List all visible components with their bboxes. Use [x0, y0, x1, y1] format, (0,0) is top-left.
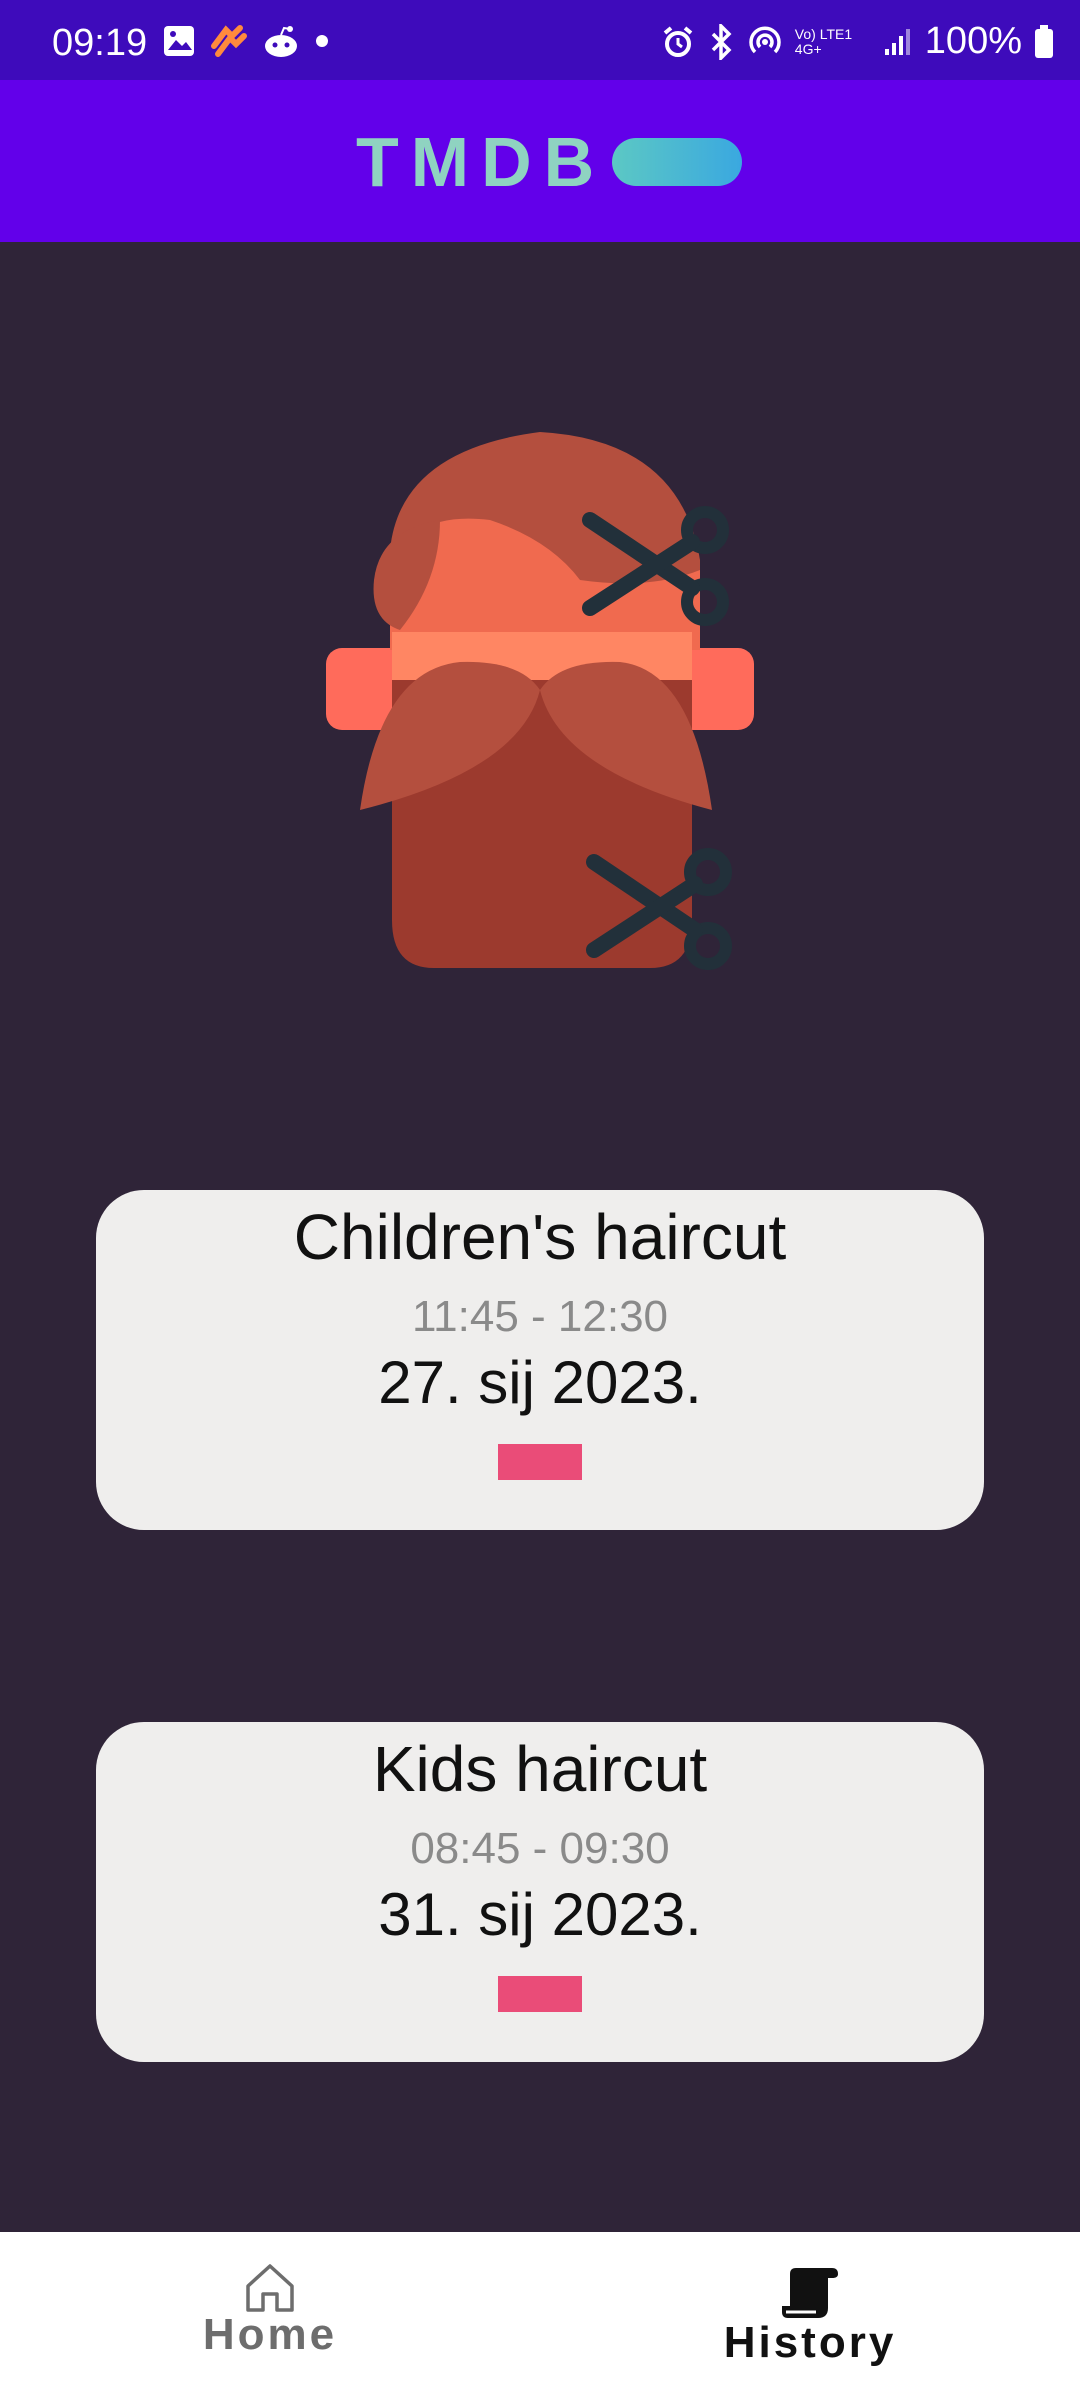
appointment-title: Kids haircut	[372, 1733, 708, 1805]
bluetooth-icon	[711, 23, 732, 60]
battery-icon	[1035, 24, 1053, 58]
appointment-time: 08:45 - 09:30	[410, 1824, 670, 1873]
app-bar: TMDB	[0, 80, 1080, 242]
network-type-label: Vo) LTE1 4G+	[794, 25, 853, 57]
appointment-card[interactable]: Children's haircut 11:45 - 12:30 27. sij…	[96, 1190, 984, 1530]
logo-text: TMDB	[356, 123, 607, 201]
app-logo: TMDB	[356, 122, 743, 202]
appointment-card[interactable]: Kids haircut 08:45 - 09:30 31. sij 2023.	[96, 1722, 984, 2062]
appointment-status-tag	[498, 1976, 582, 2012]
logo-pill-shape	[612, 138, 743, 186]
reddit-icon	[265, 26, 297, 57]
battery-percent: 100%	[924, 20, 1022, 62]
hotspot-icon	[749, 25, 781, 53]
nav-item-home[interactable]: Home	[0, 2262, 540, 2360]
nav-label-home: Home	[202, 2310, 338, 2359]
appointment-date: 27. sij 2023.	[378, 1349, 702, 1416]
nav-item-history[interactable]: History	[540, 2262, 1080, 2368]
notification-icons	[162, 24, 330, 58]
signal-icon	[884, 28, 910, 55]
status-time: 09:19	[52, 22, 148, 64]
bottom-navigation: Home History	[0, 2232, 1080, 2400]
appointment-time: 11:45 - 12:30	[411, 1292, 669, 1341]
system-icons: Vo) LTE1 4G+ 100%	[661, 20, 1054, 63]
home-icon	[246, 2264, 294, 2312]
appointment-title: Children's haircut	[293, 1201, 787, 1273]
gallery-icon	[164, 26, 194, 56]
alarm-icon	[663, 25, 693, 57]
appointment-date: 31. sij 2023.	[378, 1881, 702, 1948]
more-notifications-dot-icon	[316, 35, 328, 47]
health-icon	[211, 25, 247, 57]
barber-haircut-illustration	[326, 432, 754, 970]
appointment-status-tag	[498, 1444, 582, 1480]
nav-label-history: History	[723, 2318, 897, 2367]
status-bar: 09:19 Vo) LTE1 4G+ 100%	[0, 0, 1080, 80]
scroll-icon	[782, 2268, 838, 2318]
